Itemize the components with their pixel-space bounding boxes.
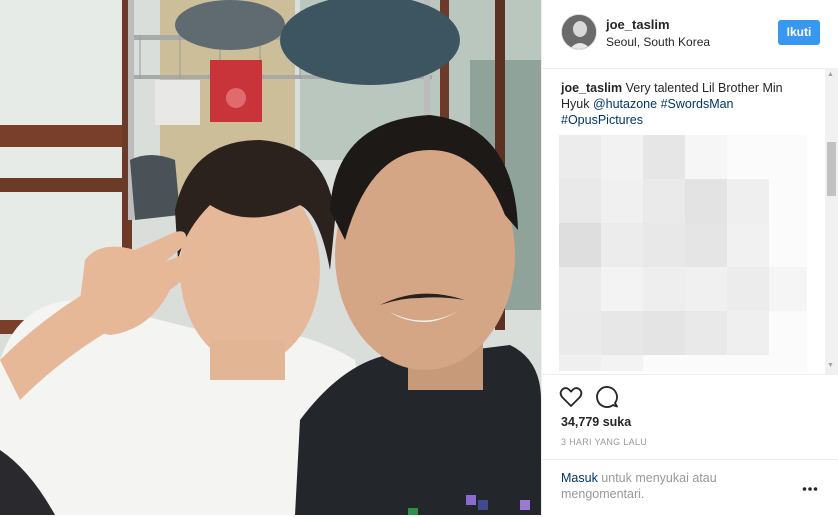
follow-button[interactable]: Ikuti: [778, 20, 820, 45]
login-text: Masuk untuk menyukai atau mengomentari.: [561, 470, 761, 502]
username[interactable]: joe_taslim: [606, 17, 670, 32]
avatar[interactable]: [561, 14, 597, 50]
instagram-post-modal: joe_taslim Seoul, South Korea Ikuti joe_…: [0, 0, 838, 515]
blurred-comments: [559, 135, 807, 371]
like-count[interactable]: 34,779 suka: [561, 415, 631, 429]
mention-hutazone[interactable]: @hutazone: [593, 97, 657, 111]
caption: joe_taslim Very talented Lil Brother Min…: [561, 80, 811, 128]
more-options-icon[interactable]: [802, 486, 818, 492]
comments-scrollbar[interactable]: [825, 69, 838, 374]
post-header: joe_taslim Seoul, South Korea Ikuti: [542, 0, 838, 69]
login-link[interactable]: Masuk: [561, 471, 598, 485]
caption-username[interactable]: joe_taslim: [561, 81, 622, 95]
comment-icon[interactable]: [594, 384, 620, 410]
post-photo[interactable]: [0, 0, 541, 515]
login-prompt: Masuk untuk menyukai atau mengomentari.: [542, 459, 838, 517]
post-sidebar: joe_taslim Seoul, South Korea Ikuti joe_…: [541, 0, 838, 515]
post-actions: 34,779 suka 3 HARI YANG LALU Masuk untuk…: [542, 374, 838, 516]
hashtag-swordsman[interactable]: #SwordsMan: [661, 97, 734, 111]
comments-section: joe_taslim Very talented Lil Brother Min…: [542, 69, 838, 374]
heart-icon[interactable]: [558, 384, 584, 410]
scroll-down-arrow-icon[interactable]: ▼: [827, 362, 834, 369]
scroll-up-arrow-icon[interactable]: ▲: [827, 71, 834, 78]
hashtag-opuspictures[interactable]: #OpusPictures: [561, 113, 643, 127]
scrollbar-thumb[interactable]: [827, 142, 836, 196]
post-timestamp[interactable]: 3 HARI YANG LALU: [561, 437, 647, 447]
location[interactable]: Seoul, South Korea: [606, 35, 710, 49]
